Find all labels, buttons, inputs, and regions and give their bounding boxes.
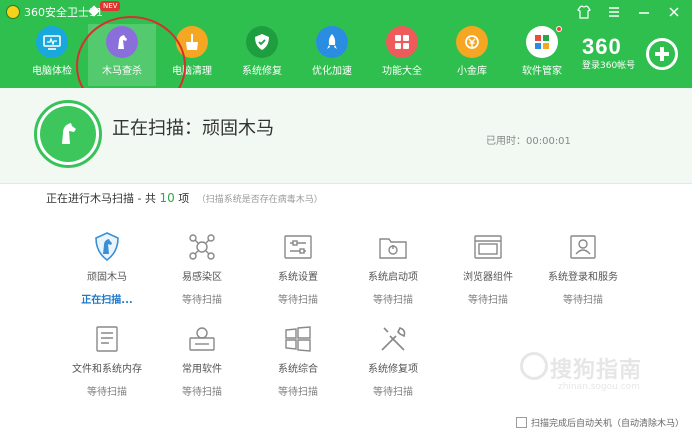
nav-item-vault[interactable]: 小金库 [438, 24, 506, 86]
scan-item-label: 系统修复项 [368, 364, 418, 375]
horse-scan-icon [40, 106, 96, 162]
folder-power-icon [376, 230, 410, 264]
nav-label: 电脑体检 [32, 66, 72, 77]
scan-item-status: 等待扫描 [563, 295, 603, 306]
progress-summary: 正在进行木马扫描 - 共 10 项 （扫描系统是否存在病毒木马） [46, 190, 323, 206]
scan-item-startup: 系统启动项 等待扫描 [348, 230, 438, 306]
scan-item-label: 浏览器组件 [463, 272, 513, 283]
scan-item-label: 顽固木马 [87, 272, 127, 283]
nav-item-pc-check[interactable]: 电脑体检 [18, 24, 86, 86]
nav-item-optimize[interactable]: 优化加速 [298, 24, 366, 86]
scan-item-infection-zone: 易感染区 等待扫描 [157, 230, 247, 306]
auto-shutdown-checkbox[interactable] [516, 417, 527, 428]
software-box-icon [185, 322, 219, 356]
scan-item-label: 系统启动项 [368, 272, 418, 283]
shield-check-icon [246, 26, 278, 58]
nav-item-software-manager[interactable]: 软件管家 [508, 24, 576, 86]
scan-item-browser: 浏览器组件 等待扫描 [443, 230, 533, 306]
scan-header [0, 88, 692, 184]
menu-icon[interactable] [606, 4, 622, 20]
shield-horse-icon [90, 230, 124, 264]
scan-item-status: 等待扫描 [373, 387, 413, 398]
nav-item-features[interactable]: 功能大全 [368, 24, 436, 86]
window-controls [576, 4, 682, 20]
scan-item-status: 等待扫描 [468, 295, 508, 306]
scan-item-login-services: 系统登录和服务 等待扫描 [538, 230, 628, 306]
scan-item-status: 正在扫描... [81, 295, 133, 306]
scan-item-status: 等待扫描 [87, 387, 127, 398]
scan-item-label: 常用软件 [182, 364, 222, 375]
nav-item-trojan-scan[interactable]: 木马查杀 [88, 24, 156, 86]
scan-title: 正在扫描：顽固木马 [112, 118, 274, 139]
virus-icon [185, 230, 219, 264]
horse-icon [106, 26, 138, 58]
nav-label: 小金库 [457, 66, 487, 77]
progress-hint: （扫描系统是否存在病毒木马） [196, 195, 323, 205]
sliders-icon [281, 230, 315, 264]
login-link[interactable]: 登录360帐号 [582, 58, 652, 71]
progress-prefix: 正在进行木马扫描 - 共 [46, 192, 156, 205]
scan-item-label: 文件和系统内存 [72, 364, 142, 375]
title-bar: 360安全卫士11 NEV [0, 0, 692, 24]
nav-label: 木马查杀 [102, 66, 142, 77]
progress-suffix: 项 [178, 192, 190, 205]
scan-item-files-memory: 文件和系统内存 等待扫描 [62, 322, 152, 398]
main-nav: 电脑体检 木马查杀 电脑清理 系统修复 优化加速 功能大全 小金库 软件管家 [18, 24, 578, 86]
app-logo-icon [6, 5, 20, 19]
monitor-check-icon [36, 26, 68, 58]
scan-item-status: 等待扫描 [278, 295, 318, 306]
close-icon[interactable] [666, 4, 682, 20]
grid-apps-icon [386, 26, 418, 58]
brand-logo: 360 [582, 34, 622, 59]
scan-item-status: 等待扫描 [182, 295, 222, 306]
nav-item-pc-clean[interactable]: 电脑清理 [158, 24, 226, 86]
scan-item-system-settings: 系统设置 等待扫描 [253, 230, 343, 306]
scan-item-status: 等待扫描 [373, 295, 413, 306]
watermark-text: 搜狗指南 [550, 358, 643, 383]
scan-item-label: 系统综合 [278, 364, 318, 375]
browser-window-icon [471, 230, 505, 264]
watermark-sub: zhinan.sogou.com [558, 382, 640, 392]
progress-count: 10 [159, 191, 175, 205]
nav-label: 软件管家 [522, 66, 562, 77]
scan-item-status: 等待扫描 [182, 387, 222, 398]
auto-shutdown-label: 扫描完成后自动关机（自动清除木马） [531, 419, 685, 429]
app-window: 360安全卫士11 NEV 电脑体检 木马查杀 电脑清理 系统修复 优化加速 功… [0, 0, 692, 436]
windows-logo-icon [281, 322, 315, 356]
nav-label: 功能大全 [382, 66, 422, 77]
rocket-icon [316, 26, 348, 58]
nav-label: 系统修复 [242, 66, 282, 77]
top-toolbar: 360安全卫士11 NEV 电脑体检 木马查杀 电脑清理 系统修复 优化加速 功… [0, 0, 692, 88]
software-icon [526, 26, 558, 58]
scan-item-common-software: 常用软件 等待扫描 [157, 322, 247, 398]
document-icon [90, 322, 124, 356]
scan-item-label: 系统登录和服务 [548, 272, 618, 283]
nav-label: 电脑清理 [172, 66, 212, 77]
auto-shutdown-option[interactable]: 扫描完成后自动关机（自动清除木马） [516, 416, 684, 429]
broom-icon [176, 26, 208, 58]
new-badge: NEV [100, 1, 121, 11]
nav-label: 优化加速 [312, 66, 352, 77]
scan-item-status: 等待扫描 [278, 387, 318, 398]
scan-item-system-general: 系统综合 等待扫描 [253, 322, 343, 398]
scan-item-label: 系统设置 [278, 272, 318, 283]
tools-icon [376, 322, 410, 356]
elapsed-time: 已用时：00:00:01 [486, 136, 571, 147]
scan-item-system-repair: 系统修复项 等待扫描 [348, 322, 438, 398]
user-card-icon [566, 230, 600, 264]
brand-area[interactable]: 360 登录360帐号 [582, 34, 652, 71]
minimize-icon[interactable] [636, 4, 652, 20]
scan-item-stubborn-trojan: 顽固木马 正在扫描... [62, 230, 152, 306]
watermark: 搜狗指南 zhinan.sogou.com [520, 352, 642, 392]
add-plus-button[interactable] [646, 38, 678, 70]
scan-item-label: 易感染区 [182, 272, 222, 283]
nav-item-system-repair[interactable]: 系统修复 [228, 24, 296, 86]
coin-icon [456, 26, 488, 58]
watermark-logo-icon [520, 352, 548, 380]
skin-icon[interactable] [576, 4, 592, 20]
notification-dot [556, 26, 562, 32]
